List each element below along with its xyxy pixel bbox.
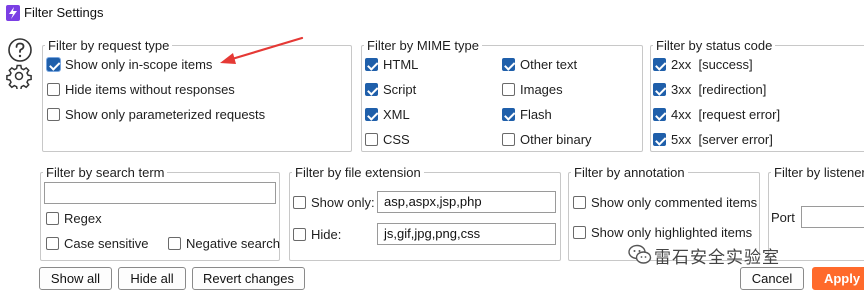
status-3xx-checkbox[interactable]: 3xx [redirection] — [653, 82, 766, 97]
show-only-ext-input[interactable]: asp,aspx,jsp,php — [377, 191, 556, 213]
mime-flash-checkbox[interactable]: Flash — [502, 107, 552, 122]
show-only-ext-label: Show only: — [311, 195, 375, 210]
request-type-legend: Filter by request type — [48, 38, 170, 53]
checkbox-mark[interactable] — [502, 133, 515, 146]
revert-changes-button[interactable]: Revert changes — [192, 267, 305, 290]
hide-ext-input[interactable]: js,gif,jpg,png,css — [377, 223, 556, 245]
status-5xx-label: 5xx [server error] — [671, 132, 773, 147]
checkbox-mark[interactable] — [502, 83, 515, 96]
help-icon[interactable] — [7, 37, 33, 63]
title-bar: Filter Settings — [0, 0, 864, 28]
mime-other-text-label: Other text — [520, 57, 578, 72]
hide-no-response-checkbox[interactable]: Hide items without responses — [47, 82, 235, 97]
checkbox-mark[interactable] — [653, 58, 666, 71]
mime-type-legend: Filter by MIME type — [367, 38, 479, 53]
in-scope-label: Show only in-scope items — [65, 57, 213, 72]
mime-images-label: Images — [520, 82, 563, 97]
annotation-legend: Filter by annotation — [574, 165, 685, 180]
status-code-legend: Filter by status code — [656, 38, 773, 53]
checkbox-mark[interactable] — [293, 196, 306, 209]
negative-search-label: Negative search — [186, 236, 280, 251]
show-all-button[interactable]: Show all — [39, 267, 112, 290]
regex-label: Regex — [64, 211, 102, 226]
status-3xx-label: 3xx [redirection] — [671, 82, 767, 97]
hide-no-response-label: Hide items without responses — [65, 82, 235, 97]
checkbox-mark[interactable] — [46, 237, 59, 250]
negative-search-checkbox[interactable]: Negative search — [168, 236, 280, 251]
mime-css-checkbox[interactable]: CSS — [365, 132, 410, 147]
checkbox-mark[interactable] — [47, 83, 60, 96]
case-sensitive-checkbox[interactable]: Case sensitive — [46, 236, 149, 251]
in-scope-checkbox[interactable]: Show only in-scope items — [47, 57, 212, 72]
case-sensitive-label: Case sensitive — [64, 236, 149, 251]
status-5xx-checkbox[interactable]: 5xx [server error] — [653, 132, 773, 147]
checkbox-mark[interactable] — [573, 196, 586, 209]
port-label: Port — [771, 210, 795, 225]
watermark-text: 雷石安全实验室 — [654, 248, 780, 267]
gear-icon[interactable] — [6, 63, 32, 89]
mime-other-text-checkbox[interactable]: Other text — [502, 57, 577, 72]
burp-app-icon — [6, 5, 20, 21]
mime-images-checkbox[interactable]: Images — [502, 82, 563, 97]
status-4xx-label: 4xx [request error] — [671, 107, 781, 122]
listener-legend: Filter by listener — [774, 165, 864, 180]
checkbox-mark[interactable] — [653, 133, 666, 146]
status-4xx-checkbox[interactable]: 4xx [request error] — [653, 107, 780, 122]
search-term-input[interactable] — [44, 182, 276, 204]
hide-all-button[interactable]: Hide all — [118, 267, 186, 290]
mime-script-label: Script — [383, 82, 417, 97]
file-extension-legend: Filter by file extension — [295, 165, 421, 180]
checkbox-mark[interactable] — [365, 108, 378, 121]
checkbox-mark[interactable] — [653, 83, 666, 96]
cancel-button[interactable]: Cancel — [740, 267, 804, 290]
checkbox-mark[interactable] — [365, 58, 378, 71]
checkbox-mark[interactable] — [502, 58, 515, 71]
mime-script-checkbox[interactable]: Script — [365, 82, 416, 97]
status-2xx-label: 2xx [success] — [671, 57, 753, 72]
regex-checkbox[interactable]: Regex — [46, 211, 102, 226]
mime-flash-label: Flash — [520, 107, 552, 122]
checkbox-mark[interactable] — [573, 226, 586, 239]
parameterized-checkbox[interactable]: Show only parameterized requests — [47, 107, 265, 122]
mime-xml-label: XML — [383, 107, 410, 122]
status-2xx-checkbox[interactable]: 2xx [success] — [653, 57, 753, 72]
port-input[interactable] — [801, 206, 864, 228]
apply-button[interactable]: Apply — [812, 267, 864, 290]
checkbox-mark[interactable] — [365, 133, 378, 146]
checkbox-mark[interactable] — [168, 237, 181, 250]
checkbox-mark[interactable] — [47, 58, 60, 71]
file-extension-group: Filter by file extension — [289, 165, 561, 261]
hide-ext-checkbox[interactable]: Hide: — [293, 227, 341, 242]
mime-xml-checkbox[interactable]: XML — [365, 107, 410, 122]
highlighted-checkbox[interactable]: Show only highlighted items — [573, 225, 752, 240]
arrow-annotation — [220, 36, 304, 64]
checkbox-mark[interactable] — [47, 108, 60, 121]
mime-other-binary-checkbox[interactable]: Other binary — [502, 132, 592, 147]
checkbox-mark[interactable] — [365, 83, 378, 96]
wechat-icon — [628, 244, 652, 264]
parameterized-label: Show only parameterized requests — [65, 107, 266, 122]
search-term-legend: Filter by search term — [46, 165, 165, 180]
mime-css-label: CSS — [383, 132, 410, 147]
show-only-ext-checkbox[interactable]: Show only: — [293, 195, 375, 210]
mime-html-label: HTML — [383, 57, 419, 72]
commented-checkbox[interactable]: Show only commented items — [573, 195, 757, 210]
highlighted-label: Show only highlighted items — [591, 225, 753, 240]
checkbox-mark[interactable] — [46, 212, 59, 225]
checkbox-mark[interactable] — [653, 108, 666, 121]
mime-other-binary-label: Other binary — [520, 132, 592, 147]
checkbox-mark[interactable] — [502, 108, 515, 121]
window-title: Filter Settings — [24, 5, 104, 20]
mime-html-checkbox[interactable]: HTML — [365, 57, 418, 72]
checkbox-mark[interactable] — [293, 228, 306, 241]
hide-ext-label: Hide: — [311, 227, 342, 242]
commented-label: Show only commented items — [591, 195, 758, 210]
